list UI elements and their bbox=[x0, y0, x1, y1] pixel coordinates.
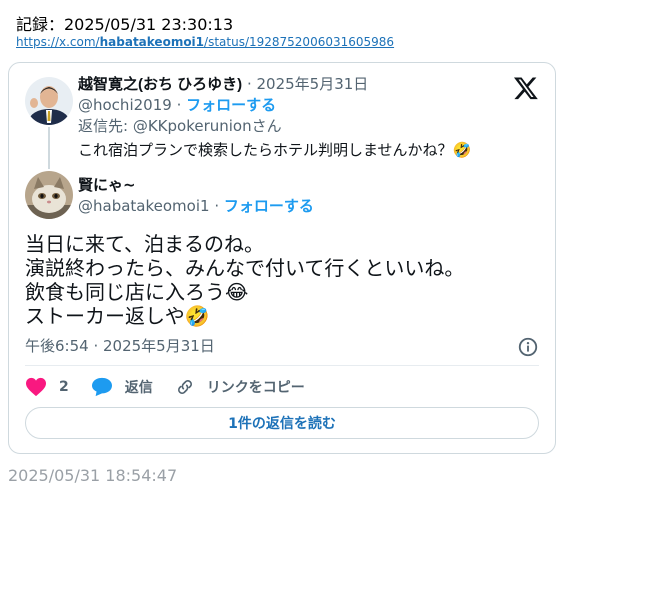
reply-label: 返信 bbox=[124, 380, 153, 396]
author-handle-row: @habatakeomoi1 · フォローする bbox=[78, 196, 314, 216]
avatar[interactable] bbox=[25, 77, 73, 125]
divider bbox=[25, 365, 539, 366]
parent-tweet-text: これ宿泊プランで検索したらホテル判明しませんかね？🤣 bbox=[78, 141, 472, 159]
like-button[interactable]: 2 bbox=[25, 377, 69, 397]
like-count: 2 bbox=[59, 379, 69, 395]
saved-timestamp: 2025/05/31 18:54:47 bbox=[8, 466, 178, 485]
reply-button[interactable]: 返信 bbox=[91, 377, 153, 397]
reply-to-label: 返信先: @KKpokerunionさん bbox=[78, 117, 282, 135]
tweet-text: 当日に来て、泊まるのね。 演説終わったら、みんなで付いて行くといいね。 飲食も同… bbox=[25, 232, 465, 328]
display-name[interactable]: 越智寛之(おち ひろゆき) bbox=[78, 76, 242, 93]
post-date[interactable]: · 2025年5月31日 bbox=[247, 75, 368, 93]
action-bar: 2 返信 リンクをコピー bbox=[25, 375, 327, 399]
parent-handle-row: @hochi2019 · フォローする bbox=[78, 95, 276, 115]
link-icon bbox=[177, 380, 192, 394]
tweet-timestamp[interactable]: 午後6:54 · 2025年5月31日 bbox=[25, 335, 215, 356]
speech-bubble-icon bbox=[91, 377, 112, 397]
follow-button[interactable]: フォローする bbox=[186, 96, 276, 114]
read-replies-button[interactable]: 1件の返信を読む bbox=[25, 407, 539, 439]
x-logo-icon[interactable] bbox=[513, 75, 539, 101]
follow-button[interactable]: フォローする bbox=[224, 197, 314, 215]
heart-icon bbox=[26, 377, 46, 397]
tweet-url-link[interactable]: https://x.com/habatakeomoi1/status/19287… bbox=[16, 35, 394, 49]
avatar[interactable] bbox=[25, 171, 73, 219]
tweet-embed-card: 越智寛之(おち ひろゆき) · 2025年5月31日 @hochi2019 · … bbox=[8, 62, 556, 454]
info-icon[interactable] bbox=[517, 336, 539, 358]
copy-link-label: リンクをコピー bbox=[206, 380, 305, 396]
handle[interactable]: @hochi2019 bbox=[78, 96, 172, 114]
parent-author-row: 越智寛之(おち ひろゆき) · 2025年5月31日 bbox=[78, 74, 368, 95]
separator-dot: · bbox=[214, 197, 220, 215]
display-name[interactable]: 賢にゃ~ bbox=[78, 175, 136, 195]
separator-dot: · bbox=[176, 96, 182, 114]
handle[interactable]: @habatakeomoi1 bbox=[78, 197, 210, 215]
record-timestamp: 記録：2025/05/31 23:30:13 bbox=[16, 15, 234, 34]
thread-connector bbox=[48, 127, 50, 169]
copy-link-button[interactable]: リンクをコピー bbox=[175, 377, 305, 397]
